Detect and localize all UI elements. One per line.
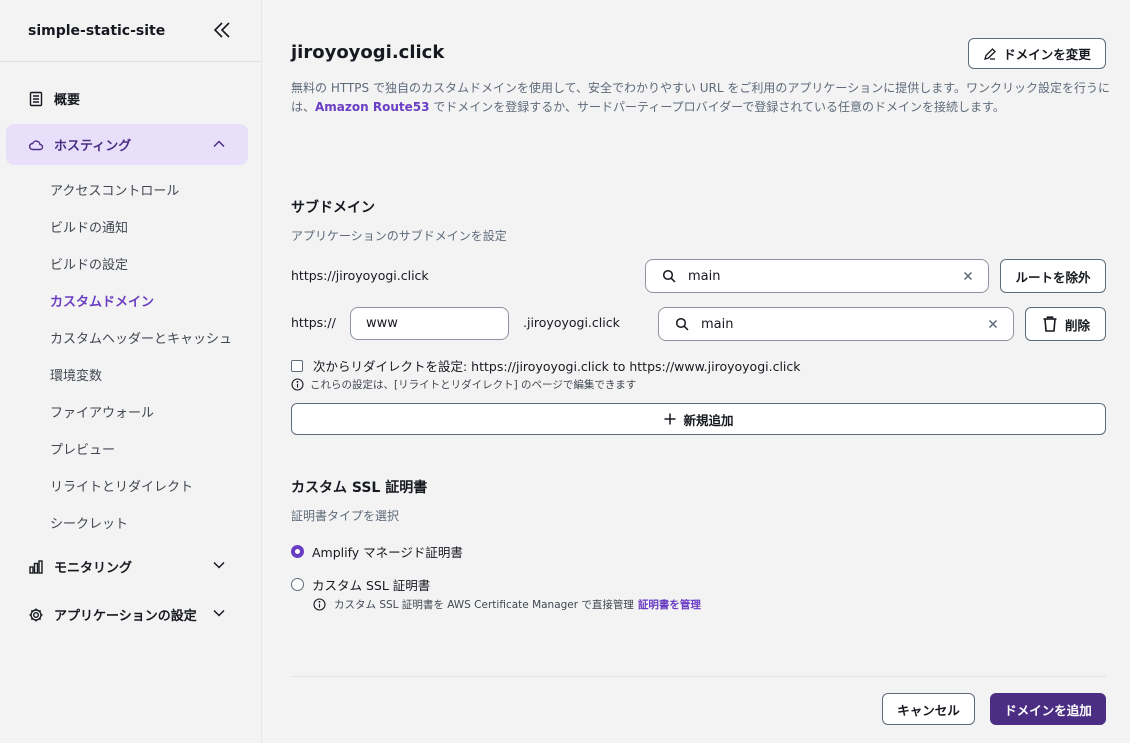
delete-subdomain-button[interactable]: 削除 (1025, 307, 1106, 341)
change-domain-button[interactable]: ドメインを変更 (968, 38, 1106, 69)
subdomain-value: www (366, 316, 398, 331)
collapse-icon[interactable] (213, 21, 233, 41)
chart-icon (28, 559, 44, 575)
ssl-option-custom-label: カスタム SSL 証明書 (312, 578, 431, 593)
manage-certificate-link[interactable]: 証明書を管理 (638, 597, 701, 612)
page-title: jiroyoyogi.click (291, 42, 445, 63)
radio-managed[interactable] (291, 545, 304, 558)
clear-icon[interactable] (987, 318, 999, 330)
rewrite-info-text: これらの設定は、[リライトとリダイレクト] のページで編集できます (310, 379, 637, 391)
settings-icon (28, 607, 44, 623)
sidebar: simple-static-site 概要 ホスティング アクセスコントロール … (0, 0, 262, 743)
sidebar-item-build-settings[interactable]: ビルドの設定 (50, 254, 128, 273)
sidebar-item-overview[interactable]: 概要 (28, 89, 80, 108)
ssl-subtitle: 証明書タイプを選択 (291, 509, 400, 523)
cloud-icon (28, 137, 44, 153)
ssl-option-managed-label: Amplify マネージド証明書 (312, 545, 463, 560)
change-domain-label: ドメインを変更 (1003, 47, 1091, 62)
clear-icon[interactable] (962, 270, 974, 282)
root-branch-value: main (688, 268, 721, 284)
root-domain-url: https://jiroyoyogi.click (291, 268, 429, 283)
radio-custom[interactable] (291, 578, 304, 591)
subdomain-input[interactable]: www (350, 307, 509, 340)
sidebar-header: simple-static-site (0, 0, 261, 62)
main-panel: jiroyoyogi.click ドメインを変更 無料の HTTPS で独自のカ… (263, 0, 1130, 743)
page-description: 無料の HTTPS で独自のカスタムドメインを使用して、安全でわかりやすい UR… (291, 79, 1111, 117)
add-new-subdomain-button[interactable]: 新規追加 (291, 403, 1106, 435)
subdomain-subtitle: アプリケーションのサブドメインを設定 (291, 229, 507, 243)
root-branch-select[interactable]: main (645, 259, 989, 293)
chevron-down-icon (212, 558, 228, 574)
redirect-checkbox-label: 次からリダイレクトを設定: https://jiroyoyogi.click t… (313, 359, 801, 374)
route53-link[interactable]: Amazon Route53 (315, 100, 429, 114)
subdomain-suffix: .jiroyoyogi.click (523, 315, 620, 330)
sidebar-item-label: 概要 (54, 93, 81, 108)
ssl-option-custom[interactable]: カスタム SSL 証明書 (291, 575, 430, 594)
search-icon (675, 317, 689, 331)
sidebar-item-custom-domains[interactable]: カスタムドメイン (50, 291, 154, 310)
sidebar-item-env-variables[interactable]: 環境変数 (50, 365, 102, 384)
search-icon (662, 269, 676, 283)
ssl-custom-info-text: カスタム SSL 証明書を AWS Certificate Manager で直… (334, 599, 634, 611)
trash-icon (1041, 315, 1059, 333)
sidebar-item-hosting[interactable]: ホスティング (6, 124, 248, 165)
delete-label: 削除 (1064, 317, 1090, 333)
subdomain-branch-value: main (701, 316, 734, 332)
add-new-label: 新規追加 (683, 412, 734, 428)
ssl-custom-info-row: カスタム SSL 証明書を AWS Certificate Manager で直… (313, 597, 701, 612)
sidebar-item-build-notifications[interactable]: ビルドの通知 (50, 217, 128, 236)
app-name: simple-static-site (28, 22, 166, 39)
subdomain-heading: サブドメイン (291, 200, 375, 216)
ssl-option-managed[interactable]: Amplify マネージド証明書 (291, 542, 463, 561)
sidebar-item-secrets[interactable]: シークレット (50, 513, 128, 532)
sidebar-item-firewall[interactable]: ファイアウォール (50, 402, 154, 421)
sidebar-item-previews[interactable]: プレビュー (50, 439, 115, 458)
redirect-checkbox-row[interactable]: 次からリダイレクトを設定: https://jiroyoyogi.click t… (291, 356, 801, 375)
add-domain-button[interactable]: ドメインを追加 (990, 693, 1106, 725)
subdomain-branch-select[interactable]: main (658, 307, 1014, 341)
sidebar-item-custom-headers[interactable]: カスタムヘッダーとキャッシュ (50, 328, 232, 347)
document-icon (28, 91, 44, 107)
footer-divider (291, 676, 1106, 677)
exclude-root-button[interactable]: ルートを除外 (1000, 259, 1106, 293)
redirect-checkbox[interactable] (291, 359, 303, 372)
sidebar-item-label: アプリケーションの設定 (54, 609, 197, 624)
sidebar-item-access-control[interactable]: アクセスコントロール (50, 180, 179, 199)
sidebar-item-monitoring[interactable]: モニタリング (28, 557, 225, 576)
subdomain-prefix: https:// (291, 315, 336, 330)
info-icon (313, 598, 326, 611)
ssl-heading: カスタム SSL 証明書 (291, 480, 428, 496)
sidebar-item-label: ホスティング (54, 139, 132, 154)
sidebar-item-label: モニタリング (54, 561, 133, 576)
edit-icon (983, 47, 997, 61)
description-text-2: でドメインを登録するか、サードパーティープロバイダーで登録されている任意のドメイ… (429, 100, 1005, 114)
info-icon (291, 378, 304, 391)
plus-icon (663, 412, 677, 426)
chevron-down-icon (212, 606, 228, 622)
chevron-up-icon (212, 137, 226, 151)
rewrite-info-row: これらの設定は、[リライトとリダイレクト] のページで編集できます (291, 377, 636, 392)
cancel-button[interactable]: キャンセル (882, 693, 975, 725)
sidebar-item-app-settings[interactable]: アプリケーションの設定 (28, 605, 225, 624)
sidebar-item-rewrites-redirects[interactable]: リライトとリダイレクト (50, 476, 193, 495)
